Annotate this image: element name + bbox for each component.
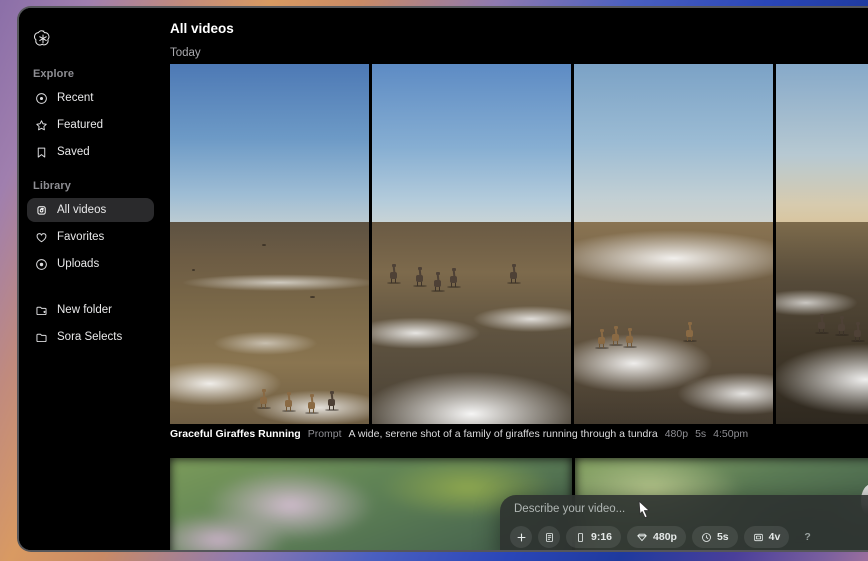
main-content: All videos Today Graceful Giraffes Runni…: [164, 8, 868, 550]
sidebar-item-favorites[interactable]: Favorites: [27, 225, 154, 249]
phone-icon: [578, 532, 583, 542]
aspect-ratio-label: 9:16: [591, 531, 613, 543]
video-ground: [372, 222, 571, 424]
media-card-icon: [545, 532, 553, 542]
video-sky: [574, 64, 773, 230]
giraffe-figure: [387, 264, 401, 284]
sidebar-item-uploads[interactable]: Uploads: [27, 252, 154, 276]
add-button[interactable]: [510, 526, 532, 548]
timestamp: 4:50pm: [713, 428, 749, 440]
giraffe-figure: [257, 389, 271, 409]
prompt-text: A wide, serene shot of a family of giraf…: [348, 428, 658, 440]
giraffe-figure: [609, 326, 623, 346]
sidebar-item-featured[interactable]: Featured: [27, 113, 154, 137]
clock-recent-icon: [35, 92, 48, 105]
date-group-label: Today: [170, 47, 201, 59]
resolution-label: 480p: [653, 531, 677, 543]
sidebar-section-explore: Explore: [33, 68, 75, 80]
resolution-badge: 480p: [664, 428, 689, 440]
sidebar-explore-group: Recent Featured Saved: [19, 86, 164, 164]
sidebar-item-saved[interactable]: Saved: [27, 140, 154, 164]
sidebar-folders-group: New folder Sora Selects: [19, 298, 164, 349]
giraffe-figure: [431, 272, 445, 292]
terrain-speck: [192, 269, 195, 271]
giraffe-figure: [683, 322, 697, 342]
video-title: Graceful Giraffes Running: [170, 428, 301, 440]
upload-dot-icon: [35, 258, 48, 271]
folder-plus-icon: [35, 304, 48, 317]
video-card-giraffes-tundra[interactable]: [574, 64, 773, 424]
giraffe-figure: [282, 392, 296, 412]
sidebar-section-library: Library: [33, 180, 71, 192]
video-card-giraffes-rocky[interactable]: [776, 64, 868, 424]
video-card-giraffes-running[interactable]: [372, 64, 571, 424]
page-title: All videos: [170, 21, 234, 36]
variations-label: 4v: [768, 531, 781, 543]
sidebar-item-label: New folder: [57, 304, 112, 316]
video-sky: [776, 64, 868, 230]
aspect-ratio-button[interactable]: 9:16: [566, 526, 622, 548]
plus-icon: [517, 533, 525, 541]
giraffe-figure: [507, 264, 521, 284]
app-window-inner: Explore Recent Featured Saved Library Al…: [19, 8, 868, 550]
heart-icon: [35, 231, 48, 244]
giraffe-figure: [325, 391, 339, 411]
sidebar-item-label: Recent: [57, 92, 94, 104]
videos-icon: [35, 204, 48, 217]
clock-icon: [702, 532, 711, 542]
sidebar-item-label: Saved: [57, 146, 90, 158]
giraffe-figure: [815, 314, 829, 334]
duration-button[interactable]: 5s: [691, 526, 738, 548]
video-meta-row: Graceful Giraffes Running Prompt A wide,…: [170, 428, 748, 440]
video-ground: [170, 222, 369, 424]
sidebar-item-label: Sora Selects: [57, 331, 123, 343]
composer-toolbar: 9:16 480p 5s 4v ?: [510, 526, 820, 548]
variations-button[interactable]: 4v: [743, 526, 790, 548]
duration-badge: 5s: [695, 428, 707, 440]
folder-icon: [35, 331, 48, 344]
giraffe-figure: [447, 268, 461, 288]
video-sky: [372, 64, 571, 230]
video-ground: [574, 222, 773, 424]
prompt-input[interactable]: [514, 503, 868, 515]
sidebar-item-sora-selects[interactable]: Sora Selects: [27, 325, 154, 349]
help-button[interactable]: ?: [795, 526, 819, 548]
resolution-button[interactable]: 480p: [627, 526, 686, 548]
grid-card-icon: [753, 533, 763, 541]
sidebar-library-group: All videos Favorites Uploads: [19, 198, 164, 276]
giraffe-figure: [595, 329, 609, 349]
sidebar-item-new-folder[interactable]: New folder: [27, 298, 154, 322]
sidebar-item-label: All videos: [57, 204, 107, 216]
prompt-label: Prompt: [307, 428, 342, 440]
sidebar-item-label: Featured: [57, 119, 104, 131]
giraffe-figure: [835, 316, 849, 336]
giraffe-figure: [305, 394, 319, 414]
sidebar-item-label: Uploads: [57, 258, 100, 270]
giraffe-figure: [413, 267, 427, 287]
video-composer: 9:16 480p 5s 4v ?: [500, 495, 868, 550]
media-library-button[interactable]: [538, 526, 560, 548]
openai-logo-icon[interactable]: [32, 28, 54, 50]
sidebar: Explore Recent Featured Saved Library Al…: [19, 8, 164, 550]
giraffe-figure: [851, 322, 865, 342]
duration-label: 5s: [716, 531, 729, 543]
video-sky: [170, 64, 369, 230]
bookmark-icon: [35, 146, 48, 159]
diamond-icon: [637, 533, 647, 542]
terrain-speck: [262, 244, 266, 246]
sidebar-item-label: Favorites: [57, 231, 105, 243]
star-icon: [35, 119, 48, 132]
terrain-speck: [310, 296, 315, 298]
question-icon: ?: [804, 531, 811, 543]
video-row-today: [170, 64, 868, 424]
sidebar-item-recent[interactable]: Recent: [27, 86, 154, 110]
video-card-giraffes-snowfield[interactable]: [170, 64, 369, 424]
giraffe-figure: [623, 328, 637, 348]
app-window: Explore Recent Featured Saved Library Al…: [17, 6, 868, 552]
sidebar-item-all-videos[interactable]: All videos: [27, 198, 154, 222]
